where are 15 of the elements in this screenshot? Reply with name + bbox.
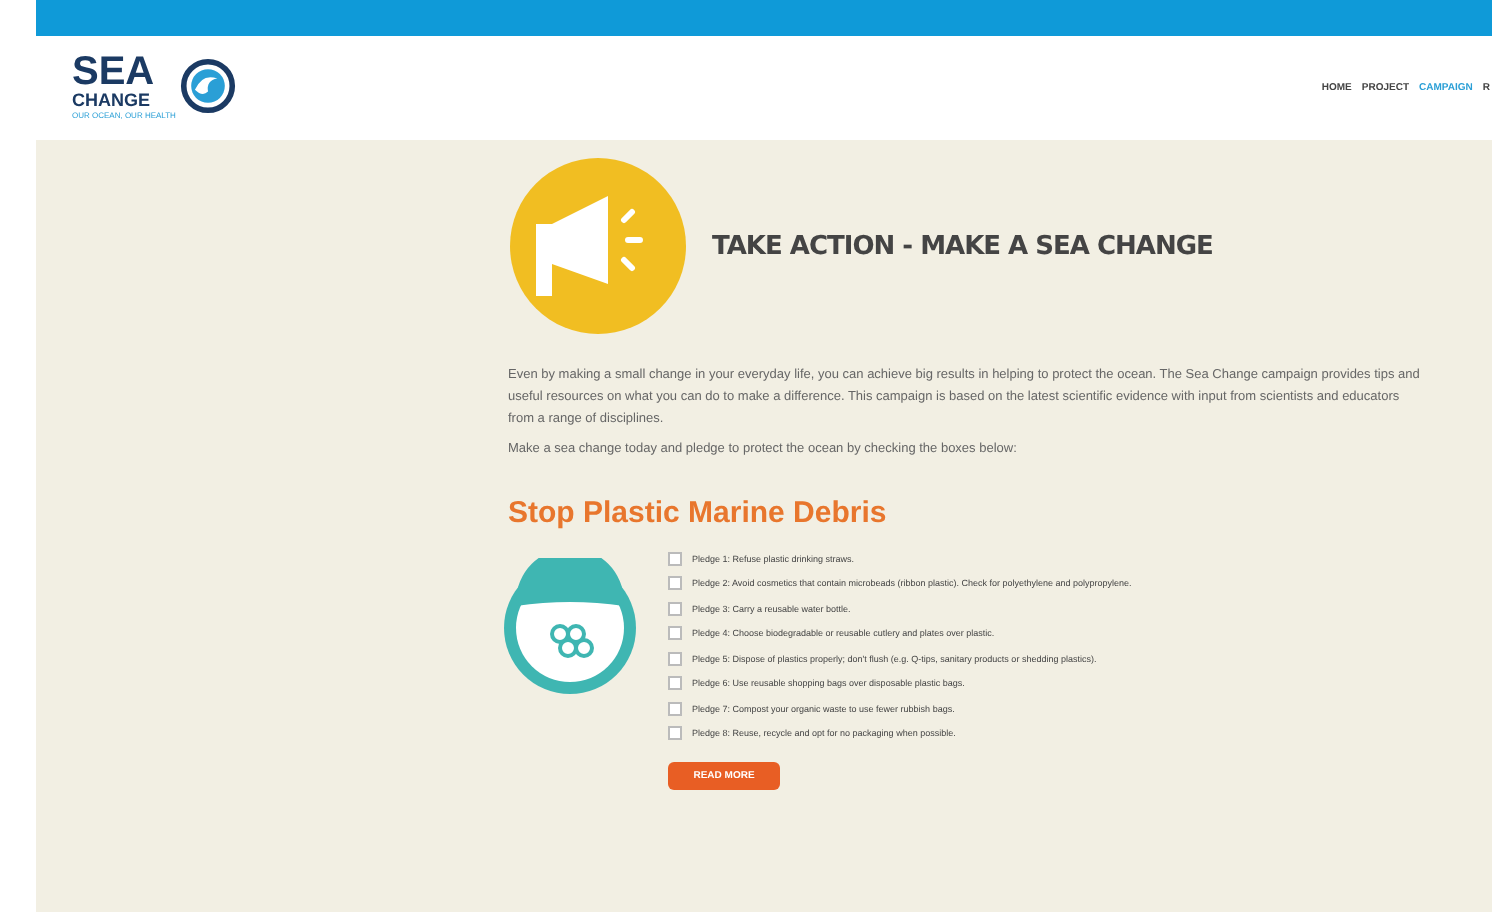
- megaphone-icon: [508, 156, 688, 336]
- logo-text[interactable]: CHANGE: [72, 90, 176, 110]
- checkbox[interactable]: [668, 701, 682, 716]
- checkbox[interactable]: [668, 726, 682, 741]
- checkbox[interactable]: [668, 551, 682, 566]
- checkbox[interactable]: [668, 626, 682, 641]
- page-title: TAKE ACTION - MAKE A SEA CHANGE: [712, 231, 1213, 261]
- wave-logo-icon[interactable]: [179, 58, 236, 114]
- checkbox[interactable]: [668, 651, 682, 666]
- checkbox[interactable]: [668, 576, 682, 591]
- checkbox[interactable]: [668, 676, 682, 691]
- section-heading: Stop Plastic Marine Debris: [508, 496, 889, 530]
- logo-text[interactable]: SEA: [72, 54, 176, 90]
- water-bubbles-icon: [500, 558, 640, 698]
- checkbox[interactable]: [668, 601, 682, 616]
